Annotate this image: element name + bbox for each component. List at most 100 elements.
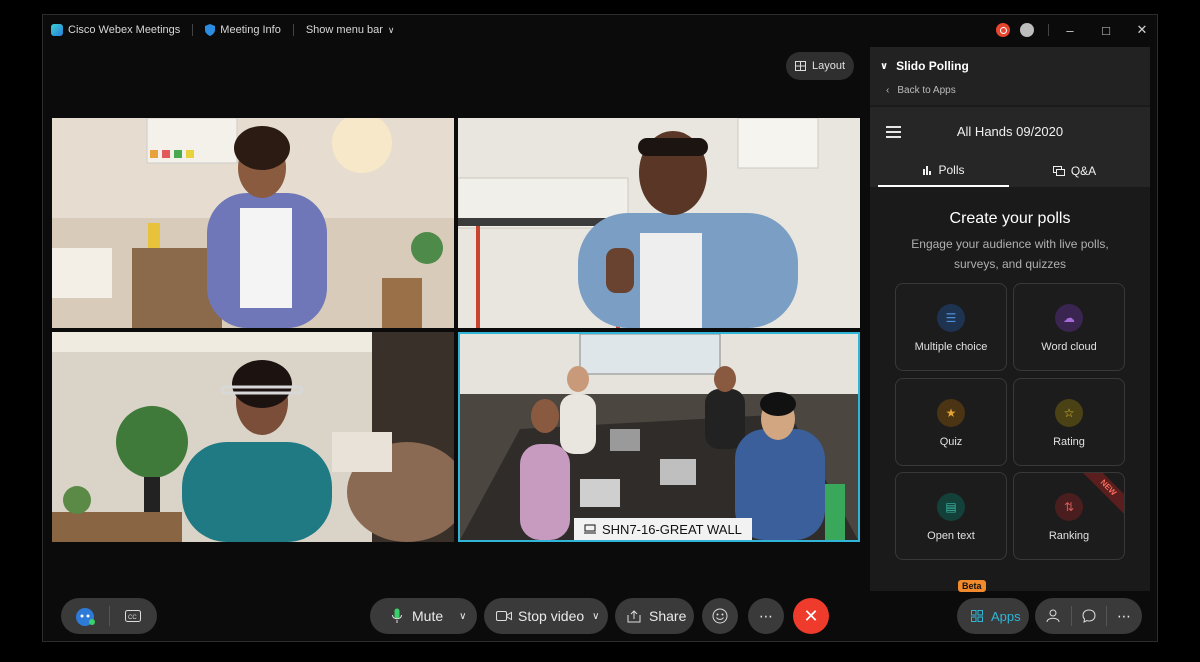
video-camera-icon	[496, 611, 512, 621]
poll-type-label: Open text	[927, 530, 975, 542]
poll-type-multiple-choice[interactable]: ☰ Multiple choice	[895, 283, 1007, 371]
chat-icon: ▤	[937, 493, 965, 521]
mute-label: Mute	[412, 608, 444, 624]
slido-panel: ∨ Slido Polling ‹ Back to Apps All Hands…	[870, 47, 1150, 591]
participant-video	[52, 118, 454, 328]
more-dots-icon[interactable]: ⋯	[1107, 608, 1141, 625]
video-tile-3[interactable]	[52, 332, 454, 542]
chevron-down-icon: ∨	[880, 60, 889, 72]
beta-badge: Beta	[958, 580, 986, 592]
microphone-icon	[392, 608, 402, 623]
meeting-info-button[interactable]: Meeting Info	[205, 24, 281, 36]
cloud-icon: ☁	[1055, 304, 1083, 332]
create-polls-title: Create your polls	[949, 210, 1071, 227]
trophy-icon: ★	[937, 399, 965, 427]
chevron-down-icon[interactable]: ∨	[459, 611, 466, 622]
more-options-button[interactable]: ⋯	[748, 598, 784, 634]
closed-captions-icon[interactable]: CC	[110, 610, 156, 622]
recording-icon[interactable]	[996, 23, 1010, 37]
divider	[1048, 24, 1049, 36]
tab-label: Q&A	[1070, 164, 1097, 178]
poll-type-label: Multiple choice	[914, 341, 988, 353]
webex-assistant-icon[interactable]	[61, 606, 109, 626]
reactions-button[interactable]	[702, 598, 738, 634]
minimize-icon[interactable]: –	[1063, 23, 1077, 38]
share-icon	[627, 609, 641, 622]
apps-grid-icon	[971, 610, 983, 622]
bar-chart-icon	[923, 166, 932, 175]
app-title: Cisco Webex Meetings	[51, 24, 180, 36]
stop-video-button[interactable]: Stop video ∨	[484, 598, 608, 634]
divider	[192, 24, 194, 36]
room-device-icon	[584, 524, 596, 534]
sort-icon: ⇅	[1055, 493, 1083, 521]
apps-label: Apps	[991, 608, 1021, 624]
chat-icon[interactable]	[1072, 609, 1106, 623]
participant-video	[460, 334, 858, 540]
window-controls: – □ ✕	[996, 15, 1149, 45]
meeting-info-label: Meeting Info	[220, 24, 281, 36]
poll-type-label: Word cloud	[1041, 341, 1097, 353]
tab-polls[interactable]: Polls	[878, 155, 1009, 187]
more-dots-icon: ⋯	[759, 607, 773, 624]
participant-video	[458, 118, 860, 328]
participant-video	[52, 332, 454, 542]
chevron-down-icon[interactable]: ∨	[592, 611, 599, 622]
star-icon: ☆	[1055, 399, 1083, 427]
share-button[interactable]: Share	[615, 598, 694, 634]
poll-type-ranking[interactable]: NEW ⇅ Ranking	[1013, 472, 1125, 560]
poll-type-open-text[interactable]: ▤ Open text	[895, 472, 1007, 560]
app-name: Cisco Webex Meetings	[68, 24, 181, 36]
divider	[292, 24, 294, 36]
layout-label: Layout	[811, 60, 846, 72]
panel-title: Slido Polling	[896, 59, 969, 73]
assistant-cc-group: CC	[61, 598, 157, 634]
participant-name: SHN7-16-GREAT WALL	[602, 521, 742, 537]
panel-toggle-group: ⋯	[1035, 598, 1142, 634]
webex-logo-icon	[51, 24, 63, 36]
participants-icon[interactable]	[1035, 609, 1071, 623]
poll-type-word-cloud[interactable]: ☁ Word cloud	[1013, 283, 1125, 371]
participant-name-tag: SHN7-16-GREAT WALL	[574, 518, 752, 540]
show-menu-bar-label: Show menu bar	[305, 24, 383, 36]
tab-label: Polls	[938, 163, 965, 177]
svg-text:CC: CC	[128, 615, 137, 621]
chevron-down-icon: ∨	[387, 24, 395, 35]
list-icon: ☰	[937, 304, 965, 332]
smiley-icon	[712, 608, 728, 624]
speech-bubbles-icon	[1052, 166, 1065, 176]
layout-button[interactable]: Layout	[786, 52, 854, 80]
video-tile-4-active-speaker[interactable]: SHN7-16-GREAT WALL	[458, 332, 860, 542]
back-label: Back to Apps	[897, 85, 956, 96]
shield-icon	[205, 24, 216, 36]
stop-video-label: Stop video	[518, 608, 585, 624]
end-meeting-button[interactable]: ✕	[793, 598, 829, 634]
poll-type-quiz[interactable]: ★ Quiz	[895, 378, 1007, 466]
create-polls-subtitle: Engage your audience with live polls, su…	[911, 237, 1109, 271]
chevron-left-icon: ‹	[886, 85, 890, 96]
close-icon[interactable]: ✕	[1135, 22, 1149, 38]
pin-icon[interactable]	[1020, 23, 1034, 37]
show-menu-bar-button[interactable]: Show menu bar ∨	[306, 24, 395, 36]
video-tile-1[interactable]	[52, 118, 454, 328]
panel-title-toggle[interactable]: ∨ Slido Polling	[880, 59, 969, 73]
event-title: All Hands 09/2020	[956, 124, 1064, 139]
grid-layout-icon	[794, 61, 806, 71]
webex-window: Cisco Webex Meetings Meeting Info Show m…	[42, 14, 1158, 642]
close-icon: ✕	[803, 605, 819, 626]
slido-header: All Hands 09/2020 Polls Q&A	[870, 107, 1150, 187]
title-bar: Cisco Webex Meetings Meeting Info Show m…	[43, 15, 1157, 45]
new-badge: NEW	[1080, 473, 1124, 516]
share-label: Share	[649, 608, 687, 624]
maximize-icon[interactable]: □	[1099, 23, 1113, 38]
back-to-apps-link[interactable]: ‹ Back to Apps	[886, 85, 956, 96]
tab-qa[interactable]: Q&A	[1009, 155, 1140, 187]
poll-type-label: Rating	[1053, 436, 1085, 448]
poll-type-label: Ranking	[1048, 530, 1090, 542]
panel-header: ∨ Slido Polling ‹ Back to Apps	[870, 47, 1150, 105]
video-tile-2[interactable]	[458, 118, 860, 328]
mute-button[interactable]: Mute ∨	[370, 598, 477, 634]
apps-button[interactable]: Apps	[957, 598, 1029, 634]
poll-type-label: Quiz	[939, 436, 963, 448]
poll-type-rating[interactable]: ☆ Rating	[1013, 378, 1125, 466]
